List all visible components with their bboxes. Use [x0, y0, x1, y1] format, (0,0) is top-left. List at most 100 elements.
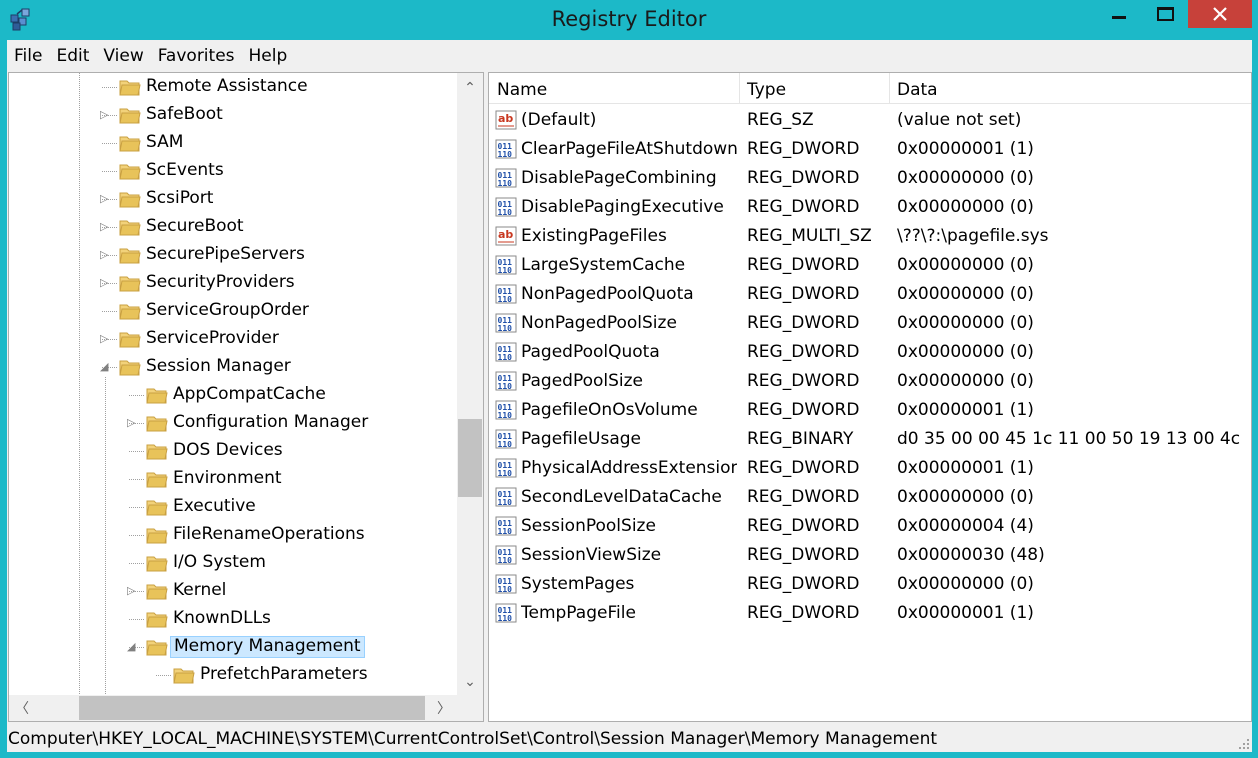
tree-node[interactable]: ▷ SecureBoot [9, 213, 457, 241]
tree-node[interactable]: ◢ Memory Management [9, 633, 457, 661]
tree-node-label[interactable]: AppCompatCache [170, 384, 329, 406]
column-header-data[interactable]: Data [889, 73, 1249, 103]
tree-node-label[interactable]: DOS Devices [170, 440, 286, 462]
tree-horizontal-scroll-thumb[interactable] [79, 696, 425, 720]
expand-arrow-icon[interactable]: ▷ [127, 417, 137, 429]
title-bar[interactable]: Registry Editor [0, 0, 1258, 40]
column-header-name[interactable]: Name [489, 73, 737, 103]
tree-node[interactable]: ServiceGroupOrder [9, 297, 457, 325]
menu-file[interactable]: File [7, 42, 49, 70]
expand-arrow-icon[interactable]: ▷ [100, 109, 110, 121]
tree-node[interactable]: ScEvents [9, 157, 457, 185]
tree-vertical-scrollbar[interactable]: ⌃ ⌄ [457, 73, 483, 695]
menu-help[interactable]: Help [242, 42, 295, 70]
tree-node-label[interactable]: ServiceGroupOrder [143, 300, 312, 322]
value-row[interactable]: 011 110 PagefileUsage REG_BINARY d0 35 00 00… [489, 425, 1251, 454]
tree-node[interactable]: Environment [9, 465, 457, 493]
expand-arrow-icon[interactable]: ▷ [127, 585, 137, 597]
column-header-type[interactable]: Type [739, 73, 889, 103]
tree-node[interactable]: ◢ Session Manager [9, 353, 457, 381]
expand-arrow-icon[interactable]: ▷ [100, 333, 110, 345]
tree-horizontal-scrollbar[interactable]: 〈 〉 [9, 695, 483, 721]
value-row[interactable]: 011 110 SessionPoolSize REG_DWORD 0x00000004… [489, 512, 1251, 541]
tree-node-label[interactable]: SAM [143, 132, 186, 154]
tree-node-label[interactable]: Executive [170, 496, 259, 518]
value-data: 0x00000000 (0) [897, 313, 1034, 333]
value-row[interactable]: ab (Default) REG_SZ (value not set) [489, 106, 1251, 135]
tree-node-label[interactable]: Remote Assistance [143, 76, 311, 98]
tree-node-label[interactable]: ServiceProvider [143, 328, 282, 350]
tree-node-label[interactable]: Memory Management [170, 636, 365, 658]
registry-key-tree[interactable]: Remote Assistance ▷ SafeBoot SAM ScEvents ▷ Sc… [8, 72, 484, 722]
tree-node[interactable]: FileRenameOperations [9, 521, 457, 549]
maximize-button[interactable] [1142, 0, 1188, 28]
tree-node[interactable]: I/O System [9, 549, 457, 577]
tree-node-label[interactable]: SecurePipeServers [143, 244, 308, 266]
expand-arrow-icon[interactable]: ▷ [100, 277, 110, 289]
scroll-up-arrow-icon[interactable]: ⌃ [457, 79, 483, 96]
value-row[interactable]: 011 110 PagefileOnOsVolume REG_DWORD 0x00000… [489, 396, 1251, 425]
resize-grip-icon[interactable] [1238, 738, 1250, 750]
tree-node-label[interactable]: I/O System [170, 552, 269, 574]
tree-node-label[interactable]: ScsiPort [143, 188, 216, 210]
tree-node-label[interactable]: SafeBoot [143, 104, 226, 126]
collapse-arrow-icon[interactable]: ◢ [127, 641, 137, 653]
menu-view[interactable]: View [96, 42, 150, 70]
collapse-arrow-icon[interactable]: ◢ [100, 361, 110, 373]
minimize-button[interactable] [1096, 0, 1142, 28]
menu-edit[interactable]: Edit [49, 42, 96, 70]
value-row[interactable]: 011 110 SystemPages REG_DWORD 0x00000000 (0) [489, 570, 1251, 599]
value-row[interactable]: 011 110 LargeSystemCache REG_DWORD 0x0000000… [489, 251, 1251, 280]
scroll-right-arrow-icon[interactable]: 〉 [431, 698, 457, 718]
expand-arrow-icon[interactable]: ▷ [100, 249, 110, 261]
tree-node-label[interactable]: ScEvents [143, 160, 227, 182]
tree-node[interactable]: ▷ Kernel [9, 577, 457, 605]
tree-node[interactable]: ▷ ServiceProvider [9, 325, 457, 353]
value-row[interactable]: 011 110 DisablePagingExecutive REG_DWORD 0x0… [489, 193, 1251, 222]
tree-node[interactable]: Executive [9, 493, 457, 521]
expand-arrow-icon[interactable]: ▷ [100, 193, 110, 205]
tree-node-label[interactable]: SecureBoot [143, 216, 247, 238]
tree-node[interactable]: ▷ SecurePipeServers [9, 241, 457, 269]
tree-node[interactable]: SAM [9, 129, 457, 157]
scroll-down-arrow-icon[interactable]: ⌄ [457, 673, 483, 690]
tree-node-label[interactable]: Configuration Manager [170, 412, 371, 434]
tree-vertical-scroll-thumb[interactable] [458, 419, 482, 497]
tree-node[interactable]: ▷ SafeBoot [9, 101, 457, 129]
value-name: SystemPages [521, 574, 635, 594]
value-row[interactable]: 011 110 NonPagedPoolQuota REG_DWORD 0x000000… [489, 280, 1251, 309]
tree-node[interactable]: Remote Assistance [9, 73, 457, 101]
value-name: SessionViewSize [521, 545, 662, 565]
tree-node[interactable]: ▷ SecurityProviders [9, 269, 457, 297]
tree-node-label[interactable]: PrefetchParameters [197, 664, 371, 686]
svg-text:110: 110 [498, 469, 513, 478]
tree-node[interactable]: KnownDLLs [9, 605, 457, 633]
folder-icon [119, 192, 141, 208]
tree-node[interactable]: PrefetchParameters [9, 661, 457, 689]
tree-node[interactable]: AppCompatCache [9, 381, 457, 409]
expand-arrow-icon[interactable]: ▷ [100, 221, 110, 233]
close-button[interactable] [1188, 0, 1252, 28]
menu-favorites[interactable]: Favorites [151, 42, 242, 70]
value-row[interactable]: 011 110 PagedPoolSize REG_DWORD 0x00000000 (… [489, 367, 1251, 396]
tree-node-label[interactable]: Session Manager [143, 356, 294, 378]
tree-node[interactable]: DOS Devices [9, 437, 457, 465]
value-row[interactable]: 011 110 PhysicalAddressExtension REG_DWORD 0… [489, 454, 1251, 483]
value-row[interactable]: 011 110 DisablePageCombining REG_DWORD 0x000… [489, 164, 1251, 193]
tree-node[interactable]: ▷ Configuration Manager [9, 409, 457, 437]
value-row[interactable]: 011 110 TempPageFile REG_DWORD 0x00000001 (1… [489, 599, 1251, 628]
tree-node-label[interactable]: FileRenameOperations [170, 524, 368, 546]
value-row[interactable]: 011 110 SessionViewSize REG_DWORD 0x00000030… [489, 541, 1251, 570]
registry-values-list[interactable]: Name Type Data ab (Default) REG_SZ (value n… [488, 72, 1252, 722]
value-row[interactable]: 011 110 NonPagedPoolSize REG_DWORD 0x0000000… [489, 309, 1251, 338]
scroll-left-arrow-icon[interactable]: 〈 [9, 698, 35, 718]
value-row[interactable]: 011 110 SecondLevelDataCache REG_DWORD 0x000… [489, 483, 1251, 512]
value-row[interactable]: 011 110 PagedPoolQuota REG_DWORD 0x00000000 … [489, 338, 1251, 367]
tree-node-label[interactable]: KnownDLLs [170, 608, 274, 630]
value-row[interactable]: 011 110 ClearPageFileAtShutdown REG_DWORD 0x… [489, 135, 1251, 164]
value-row[interactable]: ab ExistingPageFiles REG_MULTI_SZ \??\?:\pa… [489, 222, 1251, 251]
tree-node-label[interactable]: SecurityProviders [143, 272, 298, 294]
tree-node[interactable]: ▷ ScsiPort [9, 185, 457, 213]
tree-node-label[interactable]: Environment [170, 468, 285, 490]
tree-node-label[interactable]: Kernel [170, 580, 229, 602]
